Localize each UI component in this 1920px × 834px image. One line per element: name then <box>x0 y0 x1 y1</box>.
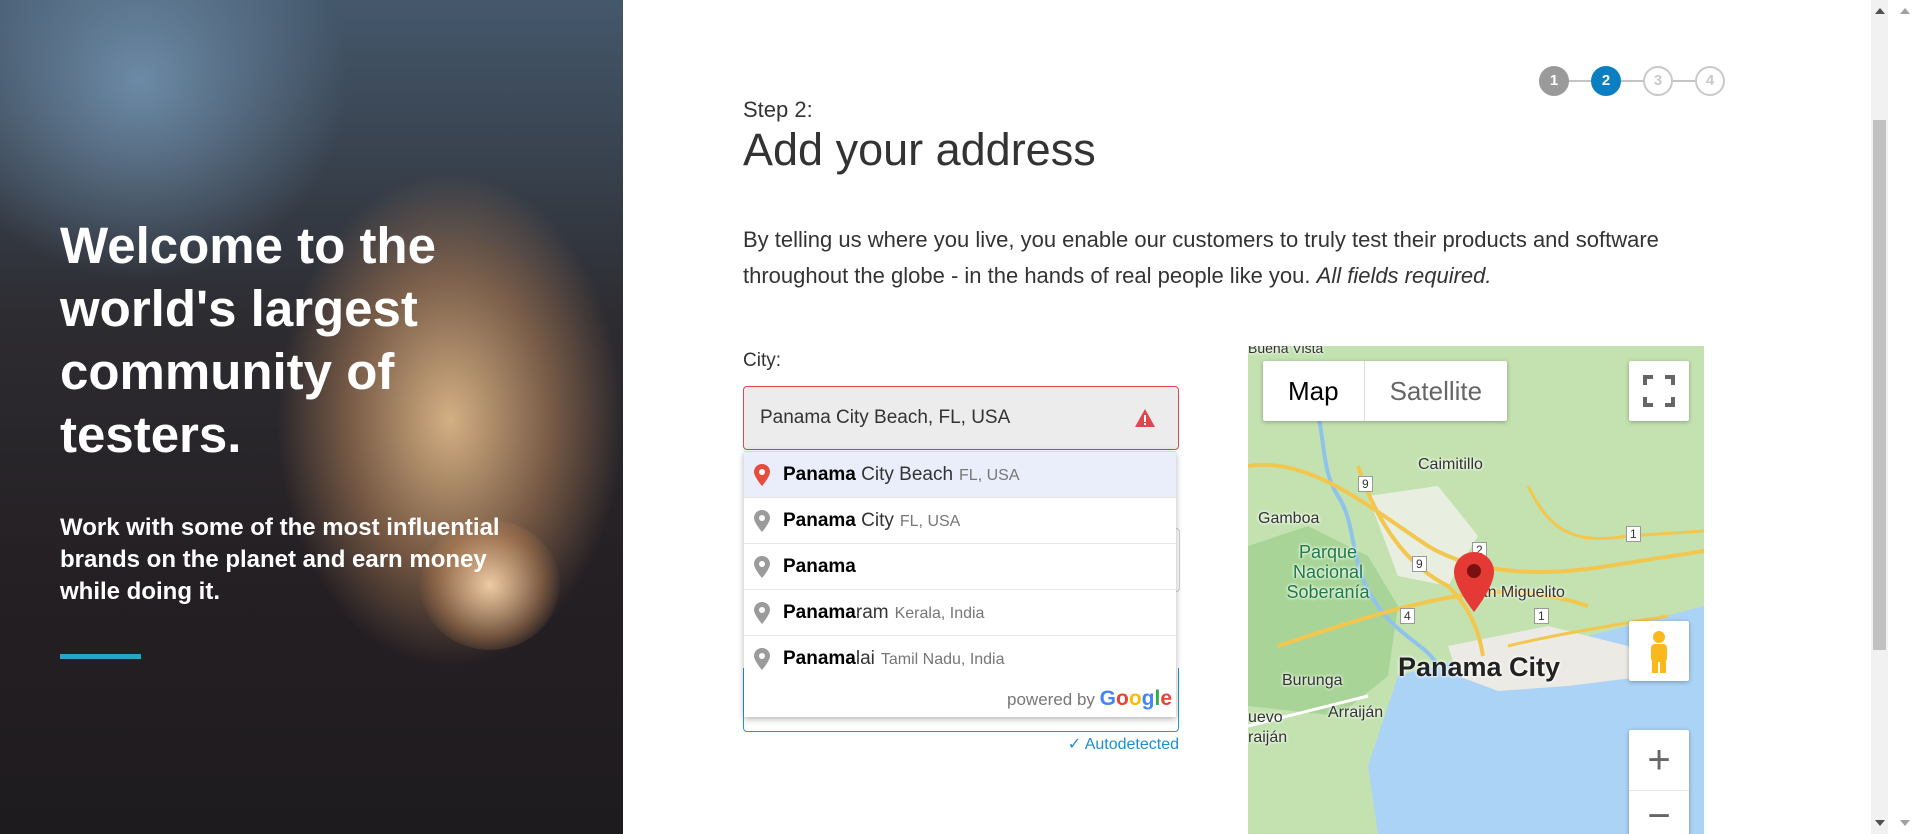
page-title: Add your address <box>743 124 1096 175</box>
powered-by-google: powered by Google <box>1007 687 1172 711</box>
autocomplete-item[interactable]: Panama City FL, USA <box>744 498 1176 544</box>
city-label: City: <box>743 350 781 371</box>
item-secondary: FL, USA <box>959 467 1020 484</box>
step-2-indicator: 2 <box>1591 66 1621 96</box>
map-type-control: Map Satellite <box>1263 361 1508 421</box>
autocomplete-item[interactable]: Panamaram Kerala, India <box>744 590 1176 636</box>
step-1-indicator: 1 <box>1539 66 1569 96</box>
autocomplete-dropdown: Panama City Beach FL, USA Panama City FL, … <box>744 451 1176 717</box>
item-secondary: Tamil Nadu, India <box>880 651 1005 668</box>
fullscreen-icon <box>1643 375 1675 407</box>
item-rest: ram <box>855 602 889 623</box>
map-label-arraijan: Arraiján <box>1328 704 1384 721</box>
map-type-map-button[interactable]: Map <box>1263 361 1364 421</box>
scrollbar-thumb[interactable] <box>1873 120 1886 650</box>
item-match: Panama <box>783 556 856 577</box>
city-field[interactable] <box>743 386 1179 450</box>
autocomplete-item[interactable]: Panama City Beach FL, USA <box>744 452 1176 498</box>
map-label-nuevo-arraijan: uevo raiján <box>1248 709 1288 746</box>
map-label-caimitillo: Caimitillo <box>1418 456 1483 473</box>
map-pin-icon <box>754 556 770 578</box>
fullscreen-button[interactable] <box>1629 361 1689 421</box>
city-input[interactable] <box>760 387 1140 449</box>
item-rest: City <box>855 510 894 531</box>
stepper-connector <box>1569 80 1591 82</box>
autocomplete-item[interactable]: Panama <box>744 544 1176 590</box>
scroll-up-arrow[interactable] <box>1900 8 1910 14</box>
route-shield: 1 <box>1534 608 1549 624</box>
item-rest: lai <box>855 648 875 669</box>
hero-headline: Welcome to the world's largest community… <box>60 217 436 463</box>
zoom-control: + − <box>1629 730 1689 834</box>
route-shield: 9 <box>1412 556 1427 572</box>
hero-accent-bar <box>60 654 141 659</box>
stepper-connector <box>1673 80 1695 82</box>
map-marker-icon[interactable] <box>1454 552 1494 612</box>
item-secondary: FL, USA <box>899 513 961 530</box>
outer-scrollbar[interactable] <box>1888 0 1920 834</box>
powered-by-text: powered by <box>1007 690 1095 709</box>
zoom-out-button[interactable]: − <box>1629 790 1689 834</box>
autodetected-note: ✓ Autodetected <box>1067 736 1179 753</box>
autocomplete-item[interactable]: Panamalai Tamil Nadu, India <box>744 636 1176 682</box>
scroll-up-arrow[interactable] <box>1875 8 1885 14</box>
step-3-indicator: 3 <box>1643 66 1673 96</box>
item-match: Panama <box>783 602 856 623</box>
step-4-indicator: 4 <box>1695 66 1725 96</box>
pegman-icon <box>1651 631 1667 673</box>
scroll-down-arrow[interactable] <box>1875 820 1885 826</box>
item-match: Panama <box>783 464 856 485</box>
item-match: Panama <box>783 648 856 669</box>
step-label: Step 2: <box>743 97 813 122</box>
map-label-park: Parque Nacional Soberanía <box>1286 542 1370 602</box>
item-rest: City Beach <box>855 464 954 485</box>
map-pin-icon <box>754 602 770 624</box>
map-label-burunga: Burunga <box>1282 672 1343 689</box>
route-shield: 9 <box>1358 476 1373 492</box>
map-type-satellite-button[interactable]: Satellite <box>1363 361 1508 421</box>
item-secondary: Kerala, India <box>894 605 985 622</box>
zoom-in-button[interactable]: + <box>1629 730 1689 790</box>
scroll-down-arrow[interactable] <box>1900 820 1910 826</box>
map-label-gamboa: Gamboa <box>1258 510 1320 527</box>
map-pin-icon <box>754 648 770 670</box>
item-match: Panama <box>783 510 856 531</box>
intro-text: By telling us where you live, you enable… <box>743 222 1663 294</box>
hero-panel: Welcome to the world's largest community… <box>0 0 623 834</box>
stepper-connector <box>1621 80 1643 82</box>
map-widget[interactable]: Buena Vista Caimitillo Gamboa Parque Nac… <box>1248 346 1704 834</box>
street-view-button[interactable] <box>1629 621 1689 681</box>
required-note: All fields required. <box>1316 263 1492 288</box>
google-logo: Google <box>1099 687 1172 710</box>
map-pin-icon <box>754 510 770 532</box>
route-shield: 1 <box>1626 526 1641 542</box>
hero-subtext: Work with some of the most influential b… <box>60 514 500 605</box>
map-pin-icon <box>754 464 770 486</box>
warning-icon <box>1135 409 1155 427</box>
map-label-panama-city: Panama City <box>1398 652 1561 682</box>
page-scrollbar[interactable] <box>1871 0 1888 834</box>
map-label-buena-vista: Buena Vista <box>1248 346 1324 356</box>
route-shield: 4 <box>1400 608 1415 624</box>
intro-body: By telling us where you live, you enable… <box>743 227 1659 288</box>
